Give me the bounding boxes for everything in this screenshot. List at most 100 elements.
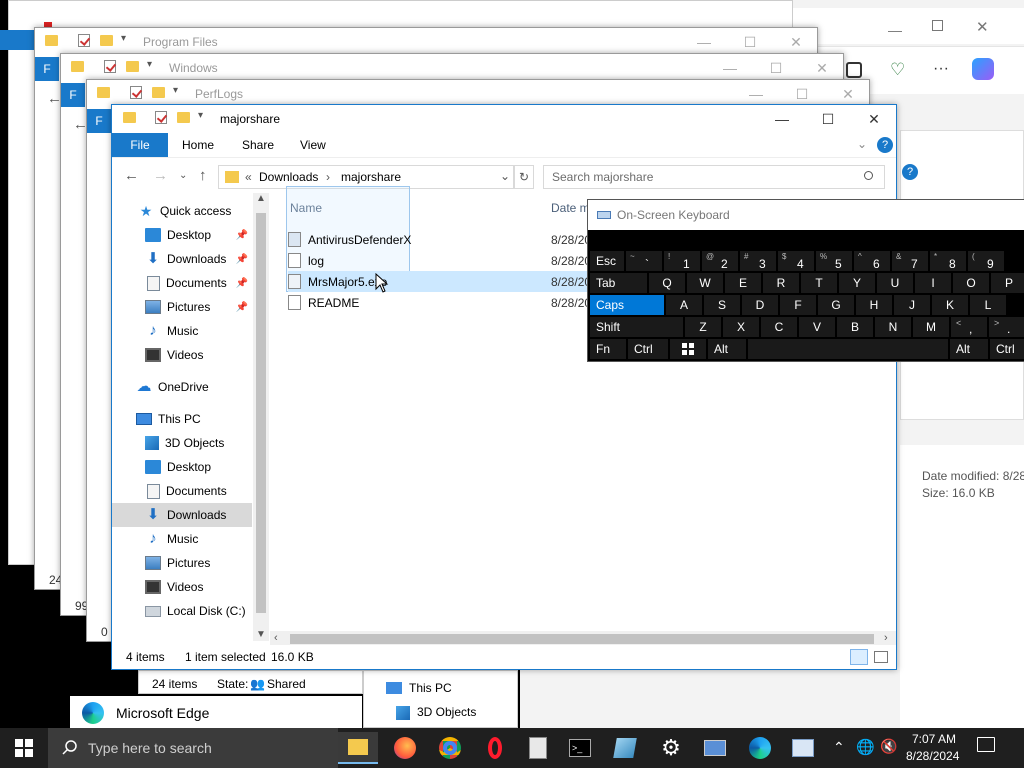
osk-key-row1[interactable]: ~ ` — [626, 251, 662, 271]
osk-key-row3[interactable]: A — [666, 295, 702, 315]
maximize-button[interactable]: ☐ — [805, 105, 851, 133]
osk-key-row4[interactable]: B — [837, 317, 873, 337]
settings-taskbar-icon[interactable]: ⚙ — [651, 732, 691, 764]
osk-key-row4[interactable]: X — [723, 317, 759, 337]
chevron-down-icon[interactable]: ▾ — [147, 59, 152, 70]
sidebar-item-local-disk[interactable]: Local Disk (C:) — [112, 599, 252, 623]
osk-key-row2[interactable]: W — [687, 273, 723, 293]
minimize-button[interactable]: — — [707, 54, 753, 82]
scroll-left-icon[interactable]: ‹ — [274, 632, 278, 644]
details-view-icon[interactable] — [850, 649, 868, 665]
tab-share[interactable]: Share — [242, 138, 274, 152]
osk-key-row3[interactable]: J — [894, 295, 930, 315]
new-folder-icon[interactable] — [100, 35, 113, 46]
osk-key-row5[interactable]: Alt — [950, 339, 988, 359]
osk-key-row2[interactable]: R — [763, 273, 799, 293]
terminal-taskbar-icon[interactable]: >_ — [560, 732, 600, 764]
new-folder-icon[interactable] — [152, 87, 165, 98]
chevron-down-icon[interactable]: ▾ — [198, 110, 203, 121]
volume-muted-icon[interactable]: 🔇 — [880, 738, 897, 755]
osk-key-row2[interactable]: Tab — [590, 273, 647, 293]
osk-key-row3[interactable]: L — [970, 295, 1006, 315]
sidebar-item-desktop-pc[interactable]: Desktop — [112, 455, 252, 479]
osk-key-row3[interactable]: S — [704, 295, 740, 315]
firefox-taskbar-icon[interactable] — [385, 732, 425, 764]
edge-minimize-button[interactable]: — — [888, 22, 902, 38]
osk-key-row4[interactable]: N — [875, 317, 911, 337]
osk-key-row4[interactable]: Shift — [590, 317, 683, 337]
osk-key-row3[interactable]: H — [856, 295, 892, 315]
navpane-scroll-thumb[interactable] — [256, 213, 266, 613]
sidebar-item-documents-pc[interactable]: Documents — [112, 479, 252, 503]
sidebar-item-downloads-pc[interactable]: ⬇ Downloads — [112, 503, 252, 527]
osk-key-row1[interactable]: & 7 — [892, 251, 928, 271]
maximize-button[interactable]: ☐ — [753, 54, 799, 82]
refresh-icon[interactable]: ↻ — [514, 165, 534, 189]
sidebar-item-pictures[interactable]: Pictures 📌 — [112, 295, 252, 319]
sidebar-item-downloads[interactable]: ⬇ Downloads 📌 — [112, 247, 252, 271]
clock-time[interactable]: 7:07 AM — [912, 732, 956, 746]
properties-icon[interactable] — [104, 60, 116, 73]
osk-key-windows[interactable] — [670, 339, 706, 359]
close-button[interactable]: ✕ — [799, 54, 843, 82]
osk-key-row5[interactable]: Ctrl — [990, 339, 1024, 359]
start-button[interactable] — [4, 732, 44, 764]
file-row[interactable]: log — [288, 250, 548, 271]
new-folder-icon[interactable] — [126, 61, 139, 72]
edge-taskbar-icon[interactable] — [740, 732, 780, 764]
osk-key-row4[interactable]: V — [799, 317, 835, 337]
column-header-date[interactable]: Date m — [551, 201, 590, 215]
properties-icon[interactable] — [155, 111, 167, 124]
address-overflow[interactable]: « — [245, 170, 252, 184]
perflogs-file-tab[interactable]: F — [87, 109, 111, 133]
file-explorer-taskbar-icon[interactable] — [338, 732, 378, 764]
osk-key-row1[interactable]: #3 — [740, 251, 776, 271]
osk-key-row2[interactable]: Q — [649, 273, 685, 293]
new-folder-icon[interactable] — [177, 112, 190, 123]
file-row[interactable]: AntivirusDefenderX — [288, 229, 548, 250]
osk-key-space[interactable] — [748, 339, 948, 359]
sidebar-item-onedrive[interactable]: ☁ OneDrive — [112, 375, 252, 399]
sidebar-item-videos[interactable]: Videos — [112, 343, 252, 367]
opera-taskbar-icon[interactable] — [475, 732, 515, 764]
tab-home[interactable]: Home — [182, 138, 214, 152]
clock-date[interactable]: 8/28/2024 — [906, 749, 959, 763]
back-arrow-icon[interactable]: ← — [124, 167, 139, 184]
windows-file-tab[interactable]: F — [61, 83, 85, 107]
tab-view[interactable]: View — [300, 138, 326, 152]
chevron-down-icon[interactable]: ▾ — [121, 33, 126, 44]
hscroll-thumb[interactable] — [290, 634, 874, 644]
heart-health-icon[interactable]: ♡ — [890, 60, 905, 80]
network-globe-icon[interactable]: 🌐 — [856, 738, 875, 756]
osk-key-row5[interactable]: Fn — [590, 339, 626, 359]
sidebar-item-videos-pc[interactable]: Videos — [112, 575, 252, 599]
minimize-button[interactable]: — — [759, 105, 805, 133]
osk-key-row2[interactable]: T — [801, 273, 837, 293]
osk-key-row1[interactable]: (9 — [968, 251, 1004, 271]
up-arrow-icon[interactable]: ↑ — [199, 167, 207, 184]
osk-key-row5[interactable]: Alt — [708, 339, 746, 359]
osk-key-row1[interactable]: % 5 — [816, 251, 852, 271]
behind-nav-this-pc[interactable]: This PC — [409, 681, 452, 695]
sidebar-item-3d-objects[interactable]: 3D Objects — [112, 431, 252, 455]
remote-desktop-taskbar-icon[interactable] — [695, 732, 735, 764]
collections-icon[interactable] — [846, 62, 862, 78]
sidebar-item-documents[interactable]: Documents 📌 — [112, 271, 252, 295]
address-dropdown-chevron-icon[interactable]: ⌄ — [500, 169, 510, 183]
recent-locations-chevron-icon[interactable]: ⌄ — [179, 170, 187, 181]
osk-key-row1[interactable]: @2 — [702, 251, 738, 271]
osk-key-row2[interactable]: U — [877, 273, 913, 293]
breadcrumb-downloads[interactable]: Downloads — [259, 170, 318, 184]
search-icon[interactable] — [864, 171, 873, 180]
osk-key-row3[interactable]: G — [818, 295, 854, 315]
navpane-scrollbar[interactable]: ▲ ▼ — [253, 193, 269, 641]
sidebar-item-music-pc[interactable]: ♪ Music — [112, 527, 252, 551]
notepad-taskbar-icon[interactable] — [518, 732, 558, 764]
file-row[interactable]: README — [288, 292, 548, 313]
close-button[interactable]: ✕ — [773, 28, 817, 56]
show-hidden-icons-chevron-icon[interactable]: ⌃ — [833, 739, 845, 756]
osk-key-caps[interactable]: Caps — [590, 295, 664, 315]
search-input[interactable]: Search majorshare — [543, 165, 885, 189]
tab-file[interactable]: File — [112, 133, 168, 157]
osk-key-row1[interactable]: ^ 6 — [854, 251, 890, 271]
